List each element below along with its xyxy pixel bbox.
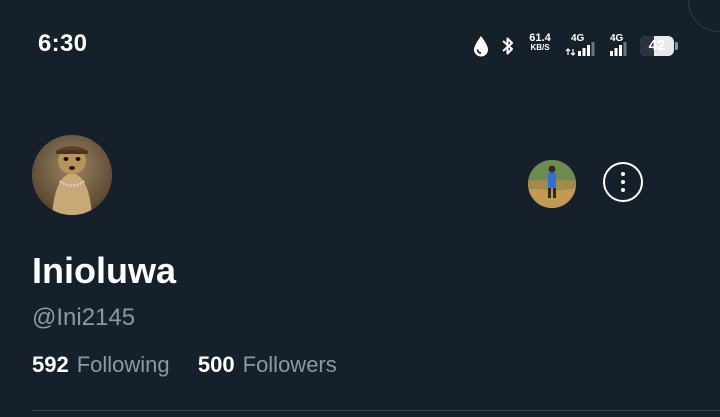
signal-1: 4G bbox=[565, 33, 597, 59]
more-vertical-icon bbox=[621, 170, 625, 194]
battery-indicator: 42 bbox=[640, 36, 674, 56]
status-time: 6:30 bbox=[38, 30, 88, 57]
signal-bars-icon bbox=[565, 42, 595, 56]
network-speed-unit: KB/S bbox=[530, 43, 550, 52]
bluetooth-icon bbox=[502, 37, 513, 55]
network-speed: 61.4 KB/S bbox=[525, 33, 555, 53]
battery-level: 42 bbox=[648, 37, 666, 54]
following-count: 592 bbox=[32, 352, 69, 377]
water-drop-icon bbox=[474, 36, 488, 57]
battery-tip bbox=[675, 42, 678, 50]
meerkat-photo bbox=[32, 135, 112, 215]
profile-avatar[interactable] bbox=[32, 135, 112, 215]
status-bar: 6:30 61.4 KB/S 4G 4G 42 bbox=[0, 0, 720, 92]
signal-bars-icon bbox=[610, 42, 627, 56]
more-options-button[interactable] bbox=[603, 162, 643, 202]
followers-label: Followers bbox=[242, 352, 337, 377]
followers-link[interactable]: 500 Followers bbox=[198, 352, 337, 377]
followers-count: 500 bbox=[197, 352, 235, 377]
small-avatar-photo bbox=[528, 160, 576, 208]
following-link[interactable]: 592 Following bbox=[32, 352, 176, 377]
profile-stats: 592 Following 500 Followers bbox=[32, 352, 337, 378]
profile-handle: @Ini2145 bbox=[32, 304, 136, 331]
profile-switch-avatar[interactable] bbox=[528, 160, 576, 208]
divider bbox=[32, 410, 720, 411]
network-speed-value: 61.4 bbox=[529, 32, 551, 44]
signal-2: 4G bbox=[604, 33, 636, 59]
profile-name: Inioluwa bbox=[32, 250, 176, 291]
following-label: Following bbox=[76, 352, 170, 377]
